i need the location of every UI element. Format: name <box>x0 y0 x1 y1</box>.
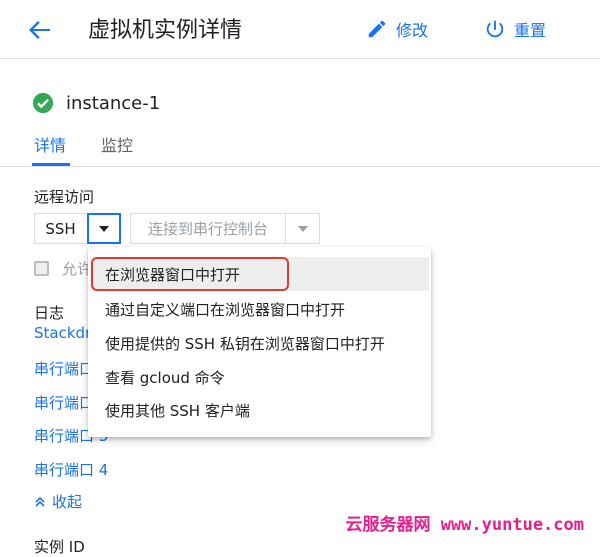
watermark: 云服务器网 www.yuntue.com <box>345 515 584 535</box>
instance-id-label: 实例 ID <box>34 538 85 556</box>
caret-down-icon <box>99 225 109 232</box>
tab-monitoring[interactable]: 监控 <box>101 132 133 156</box>
allow-checkbox[interactable] <box>34 261 49 276</box>
serial-port-1-link[interactable]: 串行端口 <box>34 358 94 379</box>
check-circle-icon <box>32 92 54 114</box>
edit-button[interactable]: 修改 <box>366 14 428 44</box>
menu-item-open-custom-port[interactable]: 通过自定义端口在浏览器窗口中打开 <box>105 299 345 320</box>
caret-down-icon <box>297 225 308 232</box>
arrow-back-icon <box>29 21 50 39</box>
serial-port-4-link[interactable]: 串行端口 4 <box>34 459 108 480</box>
reset-button[interactable]: 重置 <box>484 14 546 44</box>
ssh-dropdown-menu: 在浏览器窗口中打开 通过自定义端口在浏览器窗口中打开 使用提供的 SSH 私钥在… <box>88 247 431 437</box>
reset-button-label: 重置 <box>514 21 547 40</box>
edit-button-label: 修改 <box>396 21 429 40</box>
remote-access-label: 远程访问 <box>34 188 95 206</box>
chevron-up-icon <box>35 496 45 507</box>
serial-console-dropdown[interactable] <box>286 213 320 244</box>
pencil-icon <box>368 20 386 38</box>
instance-heading: instance-1 <box>32 92 160 114</box>
collapse-button[interactable]: 收起 <box>34 491 82 512</box>
menu-item-open-private-key[interactable]: 使用提供的 SSH 私钥在浏览器窗口中打开 <box>105 333 385 354</box>
ssh-dropdown-button[interactable] <box>87 213 121 244</box>
logs-label: 日志 <box>34 304 65 322</box>
active-tab-indicator <box>32 163 70 166</box>
power-icon <box>486 20 504 38</box>
tab-bar: 详情 监控 <box>0 128 600 167</box>
serial-port-2-link[interactable]: 串行端口 <box>34 392 94 413</box>
page-title: 虚拟机实例详情 <box>88 18 243 43</box>
highlight-outline <box>91 257 289 291</box>
menu-item-other-ssh-client[interactable]: 使用其他 SSH 客户端 <box>105 400 250 421</box>
serial-console-button[interactable]: 连接到串行控制台 <box>130 213 286 244</box>
menu-item-view-gcloud[interactable]: 查看 gcloud 命令 <box>105 367 225 388</box>
stackdriver-link[interactable]: Stackdri <box>34 324 95 342</box>
instance-name: instance-1 <box>66 92 161 114</box>
collapse-label: 收起 <box>52 493 83 511</box>
back-button[interactable] <box>24 14 56 46</box>
header-bar: 虚拟机实例详情 修改 重置 <box>0 0 600 59</box>
tab-details[interactable]: 详情 <box>34 132 66 156</box>
ssh-button[interactable]: SSH <box>34 213 86 244</box>
